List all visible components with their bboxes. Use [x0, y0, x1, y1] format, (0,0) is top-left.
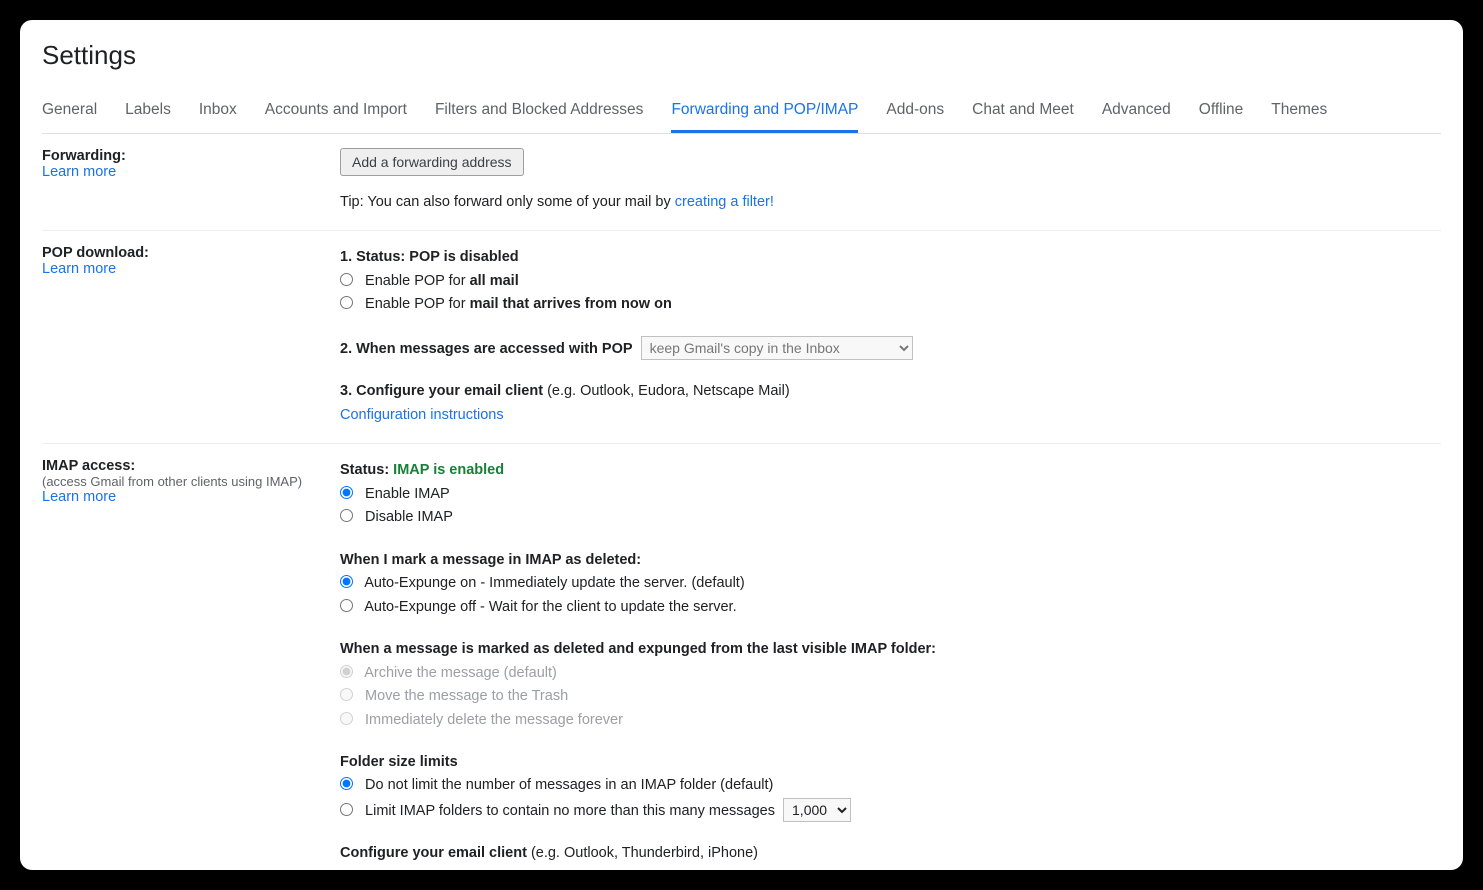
- tab-forwarding-pop-imap[interactable]: Forwarding and POP/IMAP: [671, 91, 858, 133]
- pop-configure-rest: (e.g. Outlook, Eudora, Netscape Mail): [543, 383, 790, 399]
- pop-learn-more-link[interactable]: Learn more: [42, 261, 116, 277]
- tab-addons[interactable]: Add-ons: [886, 91, 944, 133]
- pop-heading: POP download:: [42, 245, 324, 261]
- imap-expunged-delete-option: Immediately delete the message forever: [340, 709, 1441, 731]
- settings-tabs: General Labels Inbox Accounts and Import…: [42, 91, 1441, 134]
- pop-status-prefix: 1. Status:: [340, 249, 409, 265]
- imap-folder-nolimit-radio[interactable]: [340, 777, 353, 790]
- imap-folder-limit-radio[interactable]: [340, 803, 353, 816]
- pop-enable-now-on-radio[interactable]: [340, 296, 353, 309]
- tab-offline[interactable]: Offline: [1199, 91, 1244, 133]
- pop-accessed-heading: 2. When messages are accessed with POP: [340, 341, 633, 357]
- imap-expunge-off-label: Auto-Expunge off - Wait for the client t…: [364, 599, 736, 615]
- add-forwarding-address-button[interactable]: Add a forwarding address: [340, 148, 524, 176]
- pop-config-instructions-link[interactable]: Configuration instructions: [340, 407, 504, 423]
- imap-expunged-trash-radio: [340, 688, 353, 701]
- pop-enable-now-on-option[interactable]: Enable POP for mail that arrives from no…: [340, 293, 1441, 315]
- imap-expunged-archive-option: Archive the message (default): [340, 662, 1441, 684]
- tab-chat-meet[interactable]: Chat and Meet: [972, 91, 1074, 133]
- pop-action-select[interactable]: keep Gmail's copy in the Inbox: [641, 336, 913, 360]
- tab-general[interactable]: General: [42, 91, 97, 133]
- pop-opt1-bold: all mail: [470, 273, 519, 289]
- imap-disable-radio[interactable]: [340, 509, 353, 522]
- imap-heading: IMAP access:: [42, 458, 324, 474]
- imap-folder-limit-select[interactable]: 1,000: [783, 798, 851, 822]
- pop-enable-all-mail-option[interactable]: Enable POP for all mail: [340, 270, 1441, 292]
- pop-opt2-bold: mail that arrives from now on: [470, 296, 672, 312]
- tab-advanced[interactable]: Advanced: [1102, 91, 1171, 133]
- pop-configure-heading: 3. Configure your email client: [340, 383, 543, 399]
- imap-expunged-trash-option: Move the message to the Trash: [340, 685, 1441, 707]
- section-pop: POP download: Learn more 1. Status: POP …: [42, 231, 1441, 444]
- imap-expunged-heading: When a message is marked as deleted and …: [340, 638, 1441, 660]
- imap-folder-nolimit-option[interactable]: Do not limit the number of messages in a…: [340, 774, 1441, 796]
- pop-enable-all-mail-radio[interactable]: [340, 273, 353, 286]
- imap-subheading: (access Gmail from other clients using I…: [42, 474, 324, 489]
- imap-expunged-delete-label: Immediately delete the message forever: [365, 712, 623, 728]
- tab-labels[interactable]: Labels: [125, 91, 171, 133]
- forwarding-learn-more-link[interactable]: Learn more: [42, 164, 116, 180]
- tab-accounts-import[interactable]: Accounts and Import: [265, 91, 407, 133]
- page-title: Settings: [42, 40, 1441, 71]
- section-imap: IMAP access: (access Gmail from other cl…: [42, 444, 1441, 870]
- imap-status-value: IMAP is enabled: [393, 462, 504, 478]
- imap-folder-limit-label: Limit IMAP folders to contain no more th…: [365, 803, 775, 819]
- imap-enable-radio[interactable]: [340, 486, 353, 499]
- imap-folder-nolimit-label: Do not limit the number of messages in a…: [365, 777, 773, 793]
- imap-expunged-archive-label: Archive the message (default): [364, 665, 557, 681]
- create-filter-link[interactable]: creating a filter!: [675, 194, 774, 210]
- imap-config-instructions-link[interactable]: Configuration instructions: [340, 869, 504, 870]
- imap-folder-limit-option[interactable]: Limit IMAP folders to contain no more th…: [340, 798, 1441, 822]
- imap-expunge-off-option[interactable]: Auto-Expunge off - Wait for the client t…: [340, 596, 1441, 618]
- pop-opt1-prefix: Enable POP for: [365, 273, 470, 289]
- imap-status-prefix: Status:: [340, 462, 393, 478]
- imap-expunged-archive-radio: [340, 665, 353, 678]
- imap-disable-option[interactable]: Disable IMAP: [340, 506, 1441, 528]
- pop-opt2-prefix: Enable POP for: [365, 296, 470, 312]
- tab-inbox[interactable]: Inbox: [199, 91, 237, 133]
- imap-configure-rest: (e.g. Outlook, Thunderbird, iPhone): [527, 845, 758, 861]
- forwarding-tip-text: Tip: You can also forward only some of y…: [340, 194, 675, 210]
- imap-enable-option[interactable]: Enable IMAP: [340, 483, 1441, 505]
- pop-status-value: POP is disabled: [409, 249, 518, 265]
- imap-configure-heading: Configure your email client: [340, 845, 527, 861]
- imap-expunge-off-radio[interactable]: [340, 599, 353, 612]
- imap-expunge-on-label: Auto-Expunge on - Immediately update the…: [364, 575, 744, 591]
- imap-deleted-heading: When I mark a message in IMAP as deleted…: [340, 549, 1441, 571]
- imap-folder-limits-heading: Folder size limits: [340, 751, 1441, 773]
- imap-enable-label: Enable IMAP: [365, 486, 450, 502]
- tab-themes[interactable]: Themes: [1271, 91, 1327, 133]
- imap-expunge-on-option[interactable]: Auto-Expunge on - Immediately update the…: [340, 572, 1441, 594]
- imap-expunge-on-radio[interactable]: [340, 575, 353, 588]
- section-forwarding: Forwarding: Learn more Add a forwarding …: [42, 134, 1441, 231]
- imap-expunged-delete-radio: [340, 712, 353, 725]
- imap-learn-more-link[interactable]: Learn more: [42, 489, 116, 505]
- tab-filters[interactable]: Filters and Blocked Addresses: [435, 91, 644, 133]
- forwarding-heading: Forwarding:: [42, 148, 324, 164]
- imap-disable-label: Disable IMAP: [365, 509, 453, 525]
- imap-expunged-trash-label: Move the message to the Trash: [365, 688, 568, 704]
